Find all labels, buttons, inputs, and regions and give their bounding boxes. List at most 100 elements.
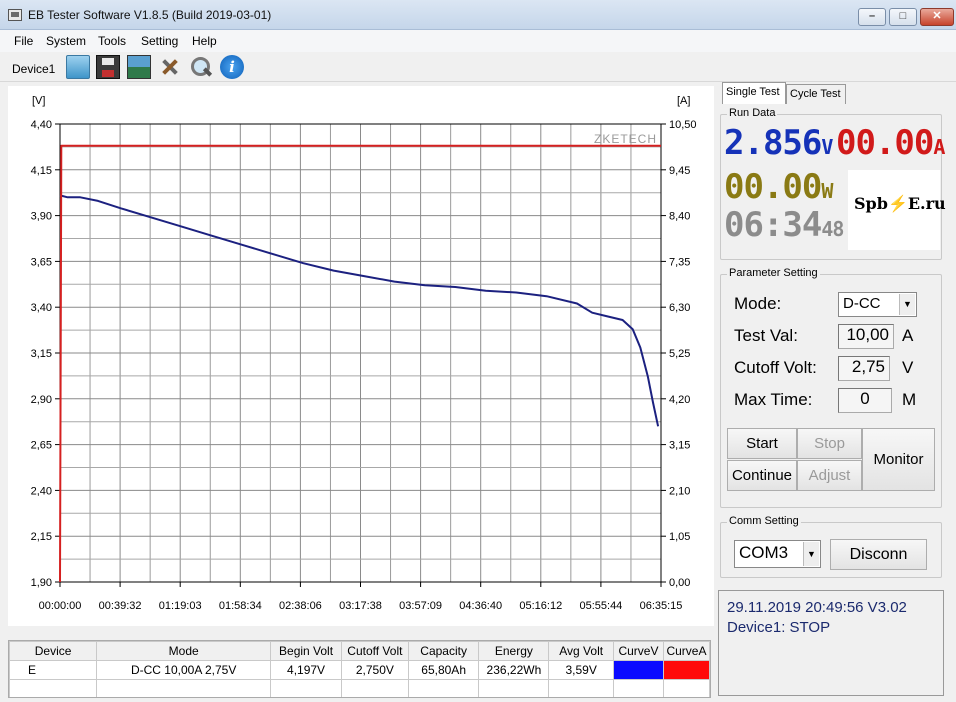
- x-tick-label: 02:38:06: [279, 600, 322, 612]
- chart-area: 4,40 4,15 3,90 3,65 3,40 3,15 2,90 2,65 2,40 2,15…: [8, 86, 714, 626]
- current-display: 00.00A: [836, 123, 945, 163]
- chevron-down-icon: ▼: [899, 294, 915, 315]
- cutoff-volt-unit: V: [902, 358, 914, 377]
- app-icon: [8, 9, 22, 21]
- y-left-tick-label: 3,65: [31, 256, 52, 268]
- y-left-tick-label: 3,90: [31, 211, 52, 223]
- tools-icon[interactable]: [158, 55, 182, 79]
- toolbar: Device1 i: [0, 52, 956, 82]
- y-left-tick-label: 4,40: [31, 119, 52, 131]
- y-left-tick-label: 2,40: [31, 485, 52, 497]
- status-device: Device1: STOP: [727, 619, 831, 636]
- menu-tools[interactable]: Tools: [98, 34, 126, 48]
- y-left-tick-label: 1,90: [31, 577, 52, 589]
- max-time-unit: M: [902, 390, 917, 409]
- column-header[interactable]: CurveA: [662, 641, 710, 661]
- y-left-tick-label: 4,15: [31, 165, 52, 177]
- elapsed-time-display: 06:3448: [724, 205, 844, 245]
- x-tick-label: 03:17:38: [339, 600, 382, 612]
- cutoff-volt-label: Cutoff Volt:: [734, 358, 817, 377]
- results-table: Device Mode Begin Volt Cutoff Volt Capac…: [8, 640, 711, 698]
- column-header[interactable]: Begin Volt: [270, 641, 342, 661]
- tab-single-test[interactable]: Single Test: [722, 82, 786, 104]
- tab-cycle-test[interactable]: Cycle Test: [786, 84, 846, 104]
- column-header[interactable]: Cutoff Volt: [340, 641, 409, 661]
- status-datetime: 29.11.2019 20:49:56 V3.02: [727, 599, 907, 616]
- continue-button[interactable]: Continue: [727, 460, 797, 491]
- stop-button[interactable]: Stop: [797, 428, 862, 459]
- test-val-label: Test Val:: [734, 326, 798, 345]
- curve-a-swatch[interactable]: [662, 660, 710, 680]
- column-header[interactable]: Energy: [478, 641, 550, 661]
- comm-setting-title: Comm Setting: [727, 515, 801, 527]
- start-button[interactable]: Start: [727, 428, 797, 459]
- column-header[interactable]: Mode: [96, 641, 272, 661]
- curve-v-swatch[interactable]: [613, 660, 664, 680]
- y-right-tick-label: 10,50: [669, 119, 697, 131]
- menu-bar: File System Tools Setting Help: [0, 30, 956, 52]
- chevron-down-icon: ▼: [803, 542, 819, 566]
- column-header[interactable]: Avg Volt: [548, 641, 615, 661]
- test-val-input[interactable]: 10,00: [838, 324, 894, 349]
- power-display: 00.00W: [724, 167, 833, 207]
- cell-mode: D-CC 10,00A 2,75V: [96, 660, 272, 680]
- cutoff-volt-input[interactable]: 2,75: [838, 356, 890, 381]
- info-icon[interactable]: i: [220, 55, 244, 79]
- run-data-title: Run Data: [727, 107, 778, 119]
- column-header[interactable]: Device: [9, 641, 98, 661]
- y-left-tick-label: 3,15: [31, 348, 52, 360]
- y-left-tick-label: 2,90: [31, 394, 52, 406]
- parameter-setting-title: Parameter Setting: [727, 267, 820, 279]
- x-tick-label: 06:35:15: [640, 600, 683, 612]
- watermark: ZKETECH: [594, 132, 657, 146]
- folder-icon[interactable]: [66, 55, 90, 79]
- y-right-tick-label: 1,05: [669, 531, 690, 543]
- minimize-button[interactable]: –: [858, 8, 886, 26]
- discharge-chart: 4,40 4,15 3,90 3,65 3,40 3,15 2,90 2,65 2,40 2,15…: [31, 95, 697, 612]
- menu-system[interactable]: System: [46, 34, 86, 48]
- max-time-label: Max Time:: [734, 390, 813, 409]
- x-tick-label: 01:19:03: [159, 600, 202, 612]
- y-right-unit: [A]: [677, 95, 690, 107]
- title-bar: EB Tester Software V1.8.5 (Build 2019-03…: [0, 0, 956, 30]
- close-button[interactable]: ✕: [920, 8, 954, 26]
- x-tick-label: 04:36:40: [459, 600, 502, 612]
- y-right-tick-label: 5,25: [669, 348, 690, 360]
- cell-device: E: [9, 660, 98, 680]
- y-right-tick-label: 7,35: [669, 256, 690, 268]
- x-tick-label: 00:39:32: [99, 600, 142, 612]
- disconnect-button[interactable]: Disconn: [830, 539, 927, 570]
- y-right-tick-label: 8,40: [669, 211, 690, 223]
- x-tick-label: 00:00:00: [39, 600, 82, 612]
- cell-cutoff-volt: 2,750V: [340, 660, 409, 680]
- table-row: [9, 679, 710, 697]
- table-row[interactable]: E D-CC 10,00A 2,75V 4,197V 2,750V 65,80A…: [9, 660, 710, 680]
- table-header-row: Device Mode Begin Volt Cutoff Volt Capac…: [9, 641, 710, 661]
- x-tick-label: 05:55:44: [579, 600, 622, 612]
- window-title: EB Tester Software V1.8.5 (Build 2019-03…: [28, 8, 272, 22]
- device-tab[interactable]: Device1: [12, 62, 55, 76]
- cell-begin-volt: 4,197V: [270, 660, 342, 680]
- mode-select[interactable]: D-CC ▼: [838, 292, 917, 317]
- column-header[interactable]: CurveV: [613, 641, 664, 661]
- y-right-tick-label: 4,20: [669, 394, 690, 406]
- adjust-button[interactable]: Adjust: [797, 460, 862, 491]
- monitor-button[interactable]: Monitor: [862, 428, 935, 491]
- test-val-unit: A: [902, 326, 914, 345]
- max-time-input[interactable]: 0: [838, 388, 892, 413]
- save-icon[interactable]: [96, 55, 120, 79]
- maximize-button[interactable]: □: [889, 8, 917, 26]
- com-port-select[interactable]: COM3 ▼: [734, 540, 821, 568]
- y-right-tick-label: 3,15: [669, 440, 690, 452]
- column-header[interactable]: Capacity: [407, 641, 480, 661]
- menu-setting[interactable]: Setting: [141, 34, 178, 48]
- cell-avg-volt: 3,59V: [548, 660, 615, 680]
- menu-file[interactable]: File: [14, 34, 33, 48]
- x-tick-label: 03:57:09: [399, 600, 442, 612]
- image-icon[interactable]: [127, 55, 151, 79]
- status-panel: 29.11.2019 20:49:56 V3.02 Device1: STOP: [718, 590, 944, 696]
- x-tick-label: 01:58:34: [219, 600, 262, 612]
- y-right-tick-label: 6,30: [669, 302, 690, 314]
- search-icon[interactable]: [189, 55, 213, 79]
- menu-help[interactable]: Help: [192, 34, 217, 48]
